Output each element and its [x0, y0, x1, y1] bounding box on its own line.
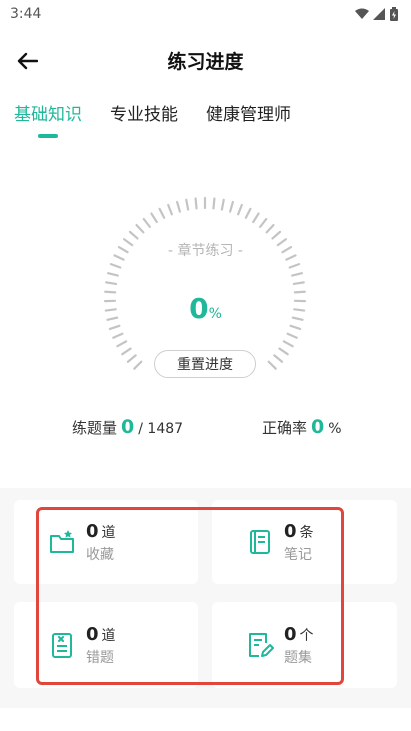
tab-professional-skills[interactable]: 专业技能 — [110, 100, 178, 140]
signal-icon — [373, 8, 385, 20]
gauge-tick — [128, 230, 139, 240]
reset-progress-button[interactable]: 重置进度 — [154, 350, 256, 378]
page-title: 练习进度 — [167, 50, 244, 73]
edit-document-icon — [249, 633, 274, 657]
wrong-list-icon — [52, 633, 72, 658]
gauge-tick — [194, 197, 198, 210]
favorites-count: 0 — [86, 520, 99, 542]
gauge-value: 0% — [0, 292, 411, 325]
tab-bar: 基础知识 专业技能 健康管理师 — [0, 100, 411, 140]
accuracy-stat: 正确率 0% — [262, 416, 342, 438]
gauge-tick — [271, 230, 282, 240]
gauge-tick — [150, 212, 158, 224]
notes-unit: 条 — [299, 524, 314, 541]
notes-card[interactable]: 0 条 笔记 — [212, 500, 397, 584]
gauge-tick — [158, 207, 166, 219]
favorites-label: 收藏 — [86, 546, 114, 563]
gauge-tick — [286, 332, 298, 339]
gauge-tick — [109, 263, 122, 269]
gauge-tick — [288, 263, 301, 269]
favorites-card[interactable]: 0 道 收藏 — [14, 500, 198, 584]
notes-count: 0 — [284, 520, 297, 542]
question-sets-count: 0 — [284, 623, 297, 645]
back-button[interactable] — [14, 48, 40, 74]
gauge-tick — [142, 217, 151, 228]
wrong-questions-card[interactable]: 0 道 错题 — [14, 602, 198, 688]
gauge-tick — [265, 224, 275, 234]
gauge-tick — [237, 203, 243, 216]
gauge-percent-unit: % — [208, 306, 222, 322]
gauge-tick — [244, 207, 252, 219]
gauge-tick — [252, 212, 260, 224]
gauge-tick — [121, 347, 132, 356]
gauge-tick — [185, 198, 190, 211]
accuracy-label: 正确率 — [262, 419, 308, 437]
gauge-tick — [220, 198, 225, 211]
notes-label: 笔记 — [284, 546, 312, 563]
gauge-tick — [108, 324, 121, 331]
status-bar: 3:44 — [0, 0, 411, 28]
question-count-label: 练题量 — [72, 419, 118, 437]
gauge-tick — [116, 340, 128, 348]
gauge-tick — [105, 281, 118, 286]
favorites-unit: 道 — [101, 524, 116, 541]
question-count-total: / 1487 — [138, 421, 184, 437]
accuracy-value: 0 — [311, 416, 325, 438]
question-sets-label: 题集 — [284, 649, 312, 666]
gauge-tick — [112, 332, 124, 339]
status-time: 3:44 — [10, 6, 42, 22]
question-count-stat: 练题量 0 / 1487 — [72, 416, 183, 438]
gauge-tick — [107, 272, 119, 277]
status-icons — [355, 7, 399, 21]
gauge-tick — [292, 281, 305, 286]
wrong-questions-unit: 道 — [101, 627, 116, 644]
gauge-tick — [167, 203, 173, 216]
gauge-tick — [212, 197, 216, 210]
gauge-label: - 章节练习 - — [167, 243, 243, 259]
folder-star-icon — [50, 530, 74, 553]
gauge-tick — [259, 217, 268, 228]
gauge-tick — [229, 200, 234, 213]
gauge-tick — [291, 272, 303, 277]
gauge-tick — [282, 340, 294, 348]
gauge-tick — [278, 347, 289, 356]
tab-basic-knowledge[interactable]: 基础知识 — [14, 100, 82, 140]
battery-icon — [390, 7, 398, 21]
wrong-questions-count: 0 — [86, 623, 99, 645]
gauge-tick — [135, 224, 145, 234]
gauge-percent-number: 0 — [189, 292, 209, 325]
gauge-tick — [267, 360, 277, 370]
question-sets-card[interactable]: 0 个 题集 — [212, 602, 397, 688]
gauge-tick — [289, 324, 302, 331]
gauge-tick — [273, 354, 284, 363]
notebook-icon — [250, 530, 270, 554]
gauge-tick — [176, 200, 181, 213]
gauge-tick — [126, 354, 137, 363]
question-count-value: 0 — [121, 416, 135, 438]
header: 练习进度 — [0, 36, 411, 84]
tab-health-manager[interactable]: 健康管理师 — [206, 100, 291, 140]
wifi-icon — [355, 8, 369, 19]
wrong-questions-label: 错题 — [86, 649, 114, 666]
arrow-left-icon — [17, 52, 38, 70]
accuracy-unit: % — [328, 421, 342, 437]
gauge-tick — [133, 360, 143, 370]
question-sets-unit: 个 — [299, 627, 314, 644]
